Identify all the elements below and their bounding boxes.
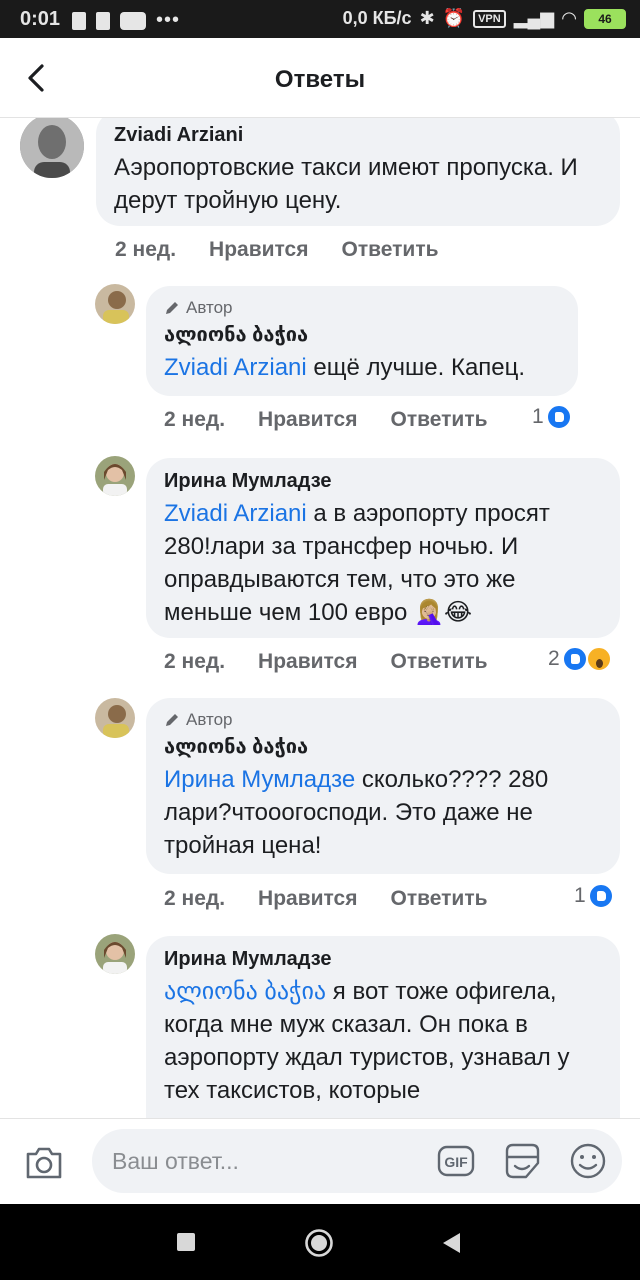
reactions-summary[interactable]: 1 [574,883,614,909]
comment-body: Ирина Мумладзе сколько???? 280 лари?чтоо… [164,763,602,862]
avatar[interactable] [95,698,135,738]
comment-bubble[interactable]: Zviadi Arziani Аэропортовские такси имею… [96,118,620,226]
comment-bubble[interactable]: Ирина Мумладзе ალიონა ბაჭია я вот тоже о… [146,936,620,1118]
comment-time: 2 нед. [164,887,226,910]
reply-placeholder: Ваш ответ... [112,1148,239,1174]
home-icon[interactable] [304,1228,334,1258]
avatar-photo [95,934,135,974]
comment-body: Zviadi Arziani ещё лучше. Капец. [164,351,560,384]
comment-bubble[interactable]: Автор ალიონა ბაჭია Zviadi Arziani ещё лу… [146,286,578,396]
reaction-count: 1 [532,405,544,428]
signal-icon: ▂▄▆ [513,8,555,28]
pencil-icon [166,714,178,726]
avatar[interactable] [20,118,84,178]
comment-bubble[interactable]: Автор ალიონა ბაჭია Ирина Мумладзе скольк… [146,698,620,874]
reaction-count: 2 [548,647,560,670]
camera-icon[interactable] [24,1143,64,1181]
avatar-photo [20,118,84,178]
recents-icon[interactable] [176,1232,196,1252]
reply-button[interactable]: Ответить [390,887,487,911]
comment-time: 2 нед. [115,238,177,261]
system-nav-bar [0,1204,640,1280]
comment-time: 2 нед. [164,650,226,673]
commenter-name[interactable]: ალიონა ბაჭია [164,734,602,759]
mention-link[interactable]: Zviadi Arziani [164,500,307,527]
back-nav-icon[interactable] [440,1231,462,1255]
trash-icon [72,11,86,30]
reply-button[interactable]: Ответить [390,650,487,674]
avatar[interactable] [95,284,135,324]
replies-list[interactable]: Zviadi Arziani Аэропортовские такси имею… [0,118,640,1118]
page-title: Ответы [274,66,366,93]
avatar-photo [95,456,135,496]
comment-body: ალიონა ბაჭია я вот тоже офигела, когда м… [164,975,602,1107]
status-right: 0,0 КБ/с ✱ ⏰ VPN ▂▄▆ ◠ 46 [343,8,626,29]
network-speed: 0,0 КБ/с [342,8,412,28]
avatar-photo [95,284,135,324]
mention-link[interactable]: Zviadi Arziani [164,354,307,381]
author-badge: Автор [164,298,560,318]
bluetooth-icon: ✱ [419,8,435,28]
like-reaction-icon [545,404,572,430]
comment-bubble[interactable]: Ирина Мумладзе Zviadi Arziani а в аэропо… [146,458,620,638]
alarm-icon: ⏰ [442,8,466,28]
gif-label: GIF [444,1154,468,1170]
like-button[interactable]: Нравится [209,238,308,262]
avatar-photo [95,698,135,738]
notification-icons: ••• [72,9,180,32]
author-badge-label: Автор [186,710,233,729]
commenter-name[interactable]: ალიონა ბაჭია [164,322,560,347]
author-badge: Автор [164,710,602,730]
app-screen: 0:01 ••• 0,0 КБ/с ✱ ⏰ VPN ▂▄▆ ◠ 46 Ответ… [0,0,640,1280]
like-button[interactable]: Нравится [258,650,357,674]
image-icon [96,11,110,30]
sticker-icon[interactable] [502,1141,542,1181]
youtube-icon [120,11,146,30]
commenter-name[interactable]: Ирина Мумладзе [164,470,602,493]
comment-text: ещё лучше. Капец. [306,354,526,381]
reply-button[interactable]: Ответить [341,238,438,262]
like-reaction-icon [587,883,614,909]
comment-actions: 2 нед. Нравится Ответить [115,238,472,262]
status-time: 0:01 [20,8,61,30]
avatar[interactable] [95,456,135,496]
comment-text: Аэропортовские такси имеют пропуска. И д… [114,154,578,214]
mention-link[interactable]: ალიონა ბაჭია [164,978,326,1005]
comment-actions: 2 нед. Нравится Ответить [164,650,521,674]
author-badge-label: Автор [186,298,233,317]
commenter-name[interactable]: Zviadi Arziani [114,124,602,147]
reactions-summary[interactable]: 2 [548,646,612,672]
mention-link[interactable]: Ирина Мумладзе [164,766,355,793]
reply-composer: Ваш ответ... GIF [0,1118,640,1204]
wifi-icon: ◠ [562,8,576,28]
comment-actions: 2 нед. Нравится Ответить [164,408,521,432]
reaction-count: 1 [574,884,586,907]
wow-reaction-icon [585,646,612,672]
header: Ответы [0,38,640,118]
reactions-summary[interactable]: 1 [532,404,572,430]
comment-body: Zviadi Arziani а в аэропорту просят 280!… [164,497,602,629]
comment-actions: 2 нед. Нравится Ответить [164,887,521,911]
reply-button[interactable]: Ответить [390,408,487,432]
reply-input[interactable]: Ваш ответ... GIF [92,1129,622,1193]
like-button[interactable]: Нравится [258,887,357,911]
commenter-name[interactable]: Ирина Мумладзе [164,948,602,971]
like-reaction-icon [561,646,588,672]
gif-icon[interactable]: GIF [436,1141,476,1181]
more-notifications: ••• [156,9,181,31]
pencil-icon [166,302,178,314]
status-bar: 0:01 ••• 0,0 КБ/с ✱ ⏰ VPN ▂▄▆ ◠ 46 [0,0,640,38]
avatar[interactable] [95,934,135,974]
battery-icon: 46 [584,8,626,29]
emoji-icon[interactable] [568,1141,608,1181]
vpn-badge: VPN [473,9,506,28]
like-button[interactable]: Нравится [258,408,357,432]
comment-time: 2 нед. [164,408,226,431]
